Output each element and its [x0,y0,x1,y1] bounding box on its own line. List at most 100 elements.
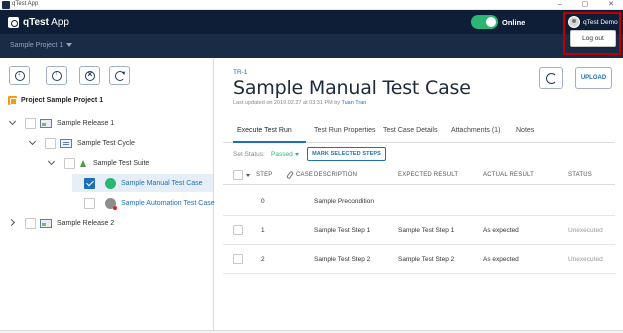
column-header-description: DESCRIPTION [314,172,358,178]
tree-node-label: Sample Release 2 [57,219,115,227]
online-label: Online [502,18,526,27]
project-label: Project Sample Project 1 [21,97,104,104]
refresh-icon [546,73,557,84]
step-description: Sample Test Step 1 [314,227,371,234]
page-title: Sample Manual Test Case [233,77,471,99]
refresh-tree-button[interactable] [109,66,130,85]
updated-by-link[interactable]: Tuan Tran [341,100,366,106]
test-run-status-icon [105,197,117,210]
table-row[interactable]: 2 Sample Test Step 2 Sample Test Step 2 … [223,246,615,274]
test-cycle-icon [60,138,72,148]
arrow-up-circle-icon [52,70,62,81]
tree-node-label: Sample Release 1 [57,119,115,127]
tab-test-case-details[interactable]: Test Case Details [383,127,437,134]
step-actual-result[interactable]: As expected [483,256,519,263]
step-actual-result[interactable]: As expected [483,227,519,234]
clear-selection-button[interactable] [79,66,100,85]
window-title: qTest App [12,1,39,7]
table-row[interactable]: 1 Sample Test Step 1 Sample Test Step 1 … [223,217,615,245]
tab-test-run-properties[interactable]: Test Run Properties [314,127,375,134]
refresh-button[interactable] [539,67,563,89]
chevron-right-icon[interactable] [9,219,17,227]
step-number: 2 [261,256,265,263]
tab-notes[interactable]: Notes [516,127,534,134]
project-node[interactable]: Project Sample Project 1 [8,96,103,105]
tab-execute-test-run[interactable]: Execute Test Run [237,127,292,134]
release-icon [40,218,52,228]
step-expected-result: Sample Test Step 1 [398,227,455,234]
tab-bar: Execute Test Run Test Run Properties Tes… [223,121,615,143]
release-icon [40,118,52,128]
tree-node-test-suite[interactable]: Sample Test Suite [48,153,149,173]
column-header-expected-result: EXPECTED RESULT [398,172,459,178]
online-toggle[interactable] [471,15,498,29]
table-row[interactable]: 0 Sample Precondition [223,188,615,216]
column-header-status: STATUS [568,172,592,178]
tree-checkbox[interactable] [25,117,36,129]
chevron-down-icon[interactable] [66,43,72,47]
project-icon [8,96,17,105]
toggle-knob [486,17,496,27]
column-header-step: STEP [256,172,273,178]
tree-checkbox[interactable] [45,137,56,149]
step-status[interactable]: Unexecuted [568,256,603,263]
chevron-down-icon[interactable] [246,174,250,177]
mark-selected-steps-button[interactable]: MARK SELECTED STEPS [307,147,386,161]
app-icon [2,1,10,9]
chevron-down-icon[interactable] [29,139,37,147]
window-title-bar: qTest App – ▢ ✕ [0,0,623,10]
chevron-down-icon[interactable] [9,119,17,127]
tree-checkbox[interactable] [64,157,75,169]
test-suite-icon [79,159,88,168]
last-updated-text: Last updated on 2019.02.27 at 03:31 PM b… [233,100,366,106]
test-run-id[interactable]: TR-1 [233,69,247,76]
maximize-button[interactable]: ▢ [573,0,597,10]
tree-node-label: Sample Manual Test Case [121,179,203,187]
expand-all-button[interactable] [9,66,30,85]
chevron-down-icon[interactable] [295,153,299,156]
tree-node-label: Sample Test Cycle [77,139,135,147]
tree-panel: Project Sample Project 1 Sample Release … [0,58,215,330]
tree-node-manual-test-case[interactable]: Sample Manual Test Case [84,173,203,193]
project-selector[interactable]: Sample Project 1 [10,42,63,49]
step-number: 1 [261,227,265,234]
upload-button[interactable]: UPLOAD [575,67,612,89]
steps-table-header: STEP CASE DESCRIPTION EXPECTED RESULT AC… [223,167,615,185]
highlight-box [563,12,621,55]
tab-attachments[interactable]: Attachments (1) [451,127,500,134]
arrow-down-circle-icon [15,70,25,81]
step-description: Sample Test Step 2 [314,256,371,263]
row-checkbox[interactable] [233,254,243,264]
chevron-down-icon[interactable] [48,159,56,167]
close-circle-icon [85,69,95,81]
paperclip-icon [286,170,294,180]
tree-node-test-cycle[interactable]: Sample Test Cycle [29,133,135,153]
select-all-checkbox[interactable] [233,170,243,180]
step-number: 0 [261,198,265,205]
close-window-button[interactable]: ✕ [599,0,623,10]
tree-node-release-1[interactable]: Sample Release 1 [9,113,114,133]
tree-checkbox[interactable] [84,177,95,189]
logo-text: qTest App [23,17,69,28]
qtest-logo-icon [8,16,19,28]
tree-checkbox[interactable] [25,217,36,229]
status-dropdown[interactable]: Passed [271,151,293,158]
tree-node-release-2[interactable]: Sample Release 2 [9,213,114,233]
mark-selected-steps-label: MARK SELECTED STEPS [312,151,381,157]
tree-checkbox[interactable] [84,197,95,209]
logo-regular-text: App [48,16,69,28]
step-status[interactable]: Unexecuted [568,227,603,234]
refresh-icon [115,71,125,81]
set-status-label: Set Status: [233,151,265,158]
tree-node-automation-test-case[interactable]: Sample Automation Test Case [84,193,215,213]
app-header: qTest App Online qTest Demo [0,10,623,34]
test-run-panel: TR-1 Sample Manual Test Case Last update… [215,58,623,330]
minimize-button[interactable]: – [548,0,572,10]
tree-node-label: Sample Test Suite [93,159,150,167]
active-tab-indicator [233,141,306,143]
step-description: Sample Precondition [314,198,374,205]
qtest-logo[interactable]: qTest App [8,15,69,29]
collapse-all-button[interactable] [46,66,67,85]
project-bar: Sample Project 1 [0,34,623,58]
row-checkbox[interactable] [233,225,243,235]
